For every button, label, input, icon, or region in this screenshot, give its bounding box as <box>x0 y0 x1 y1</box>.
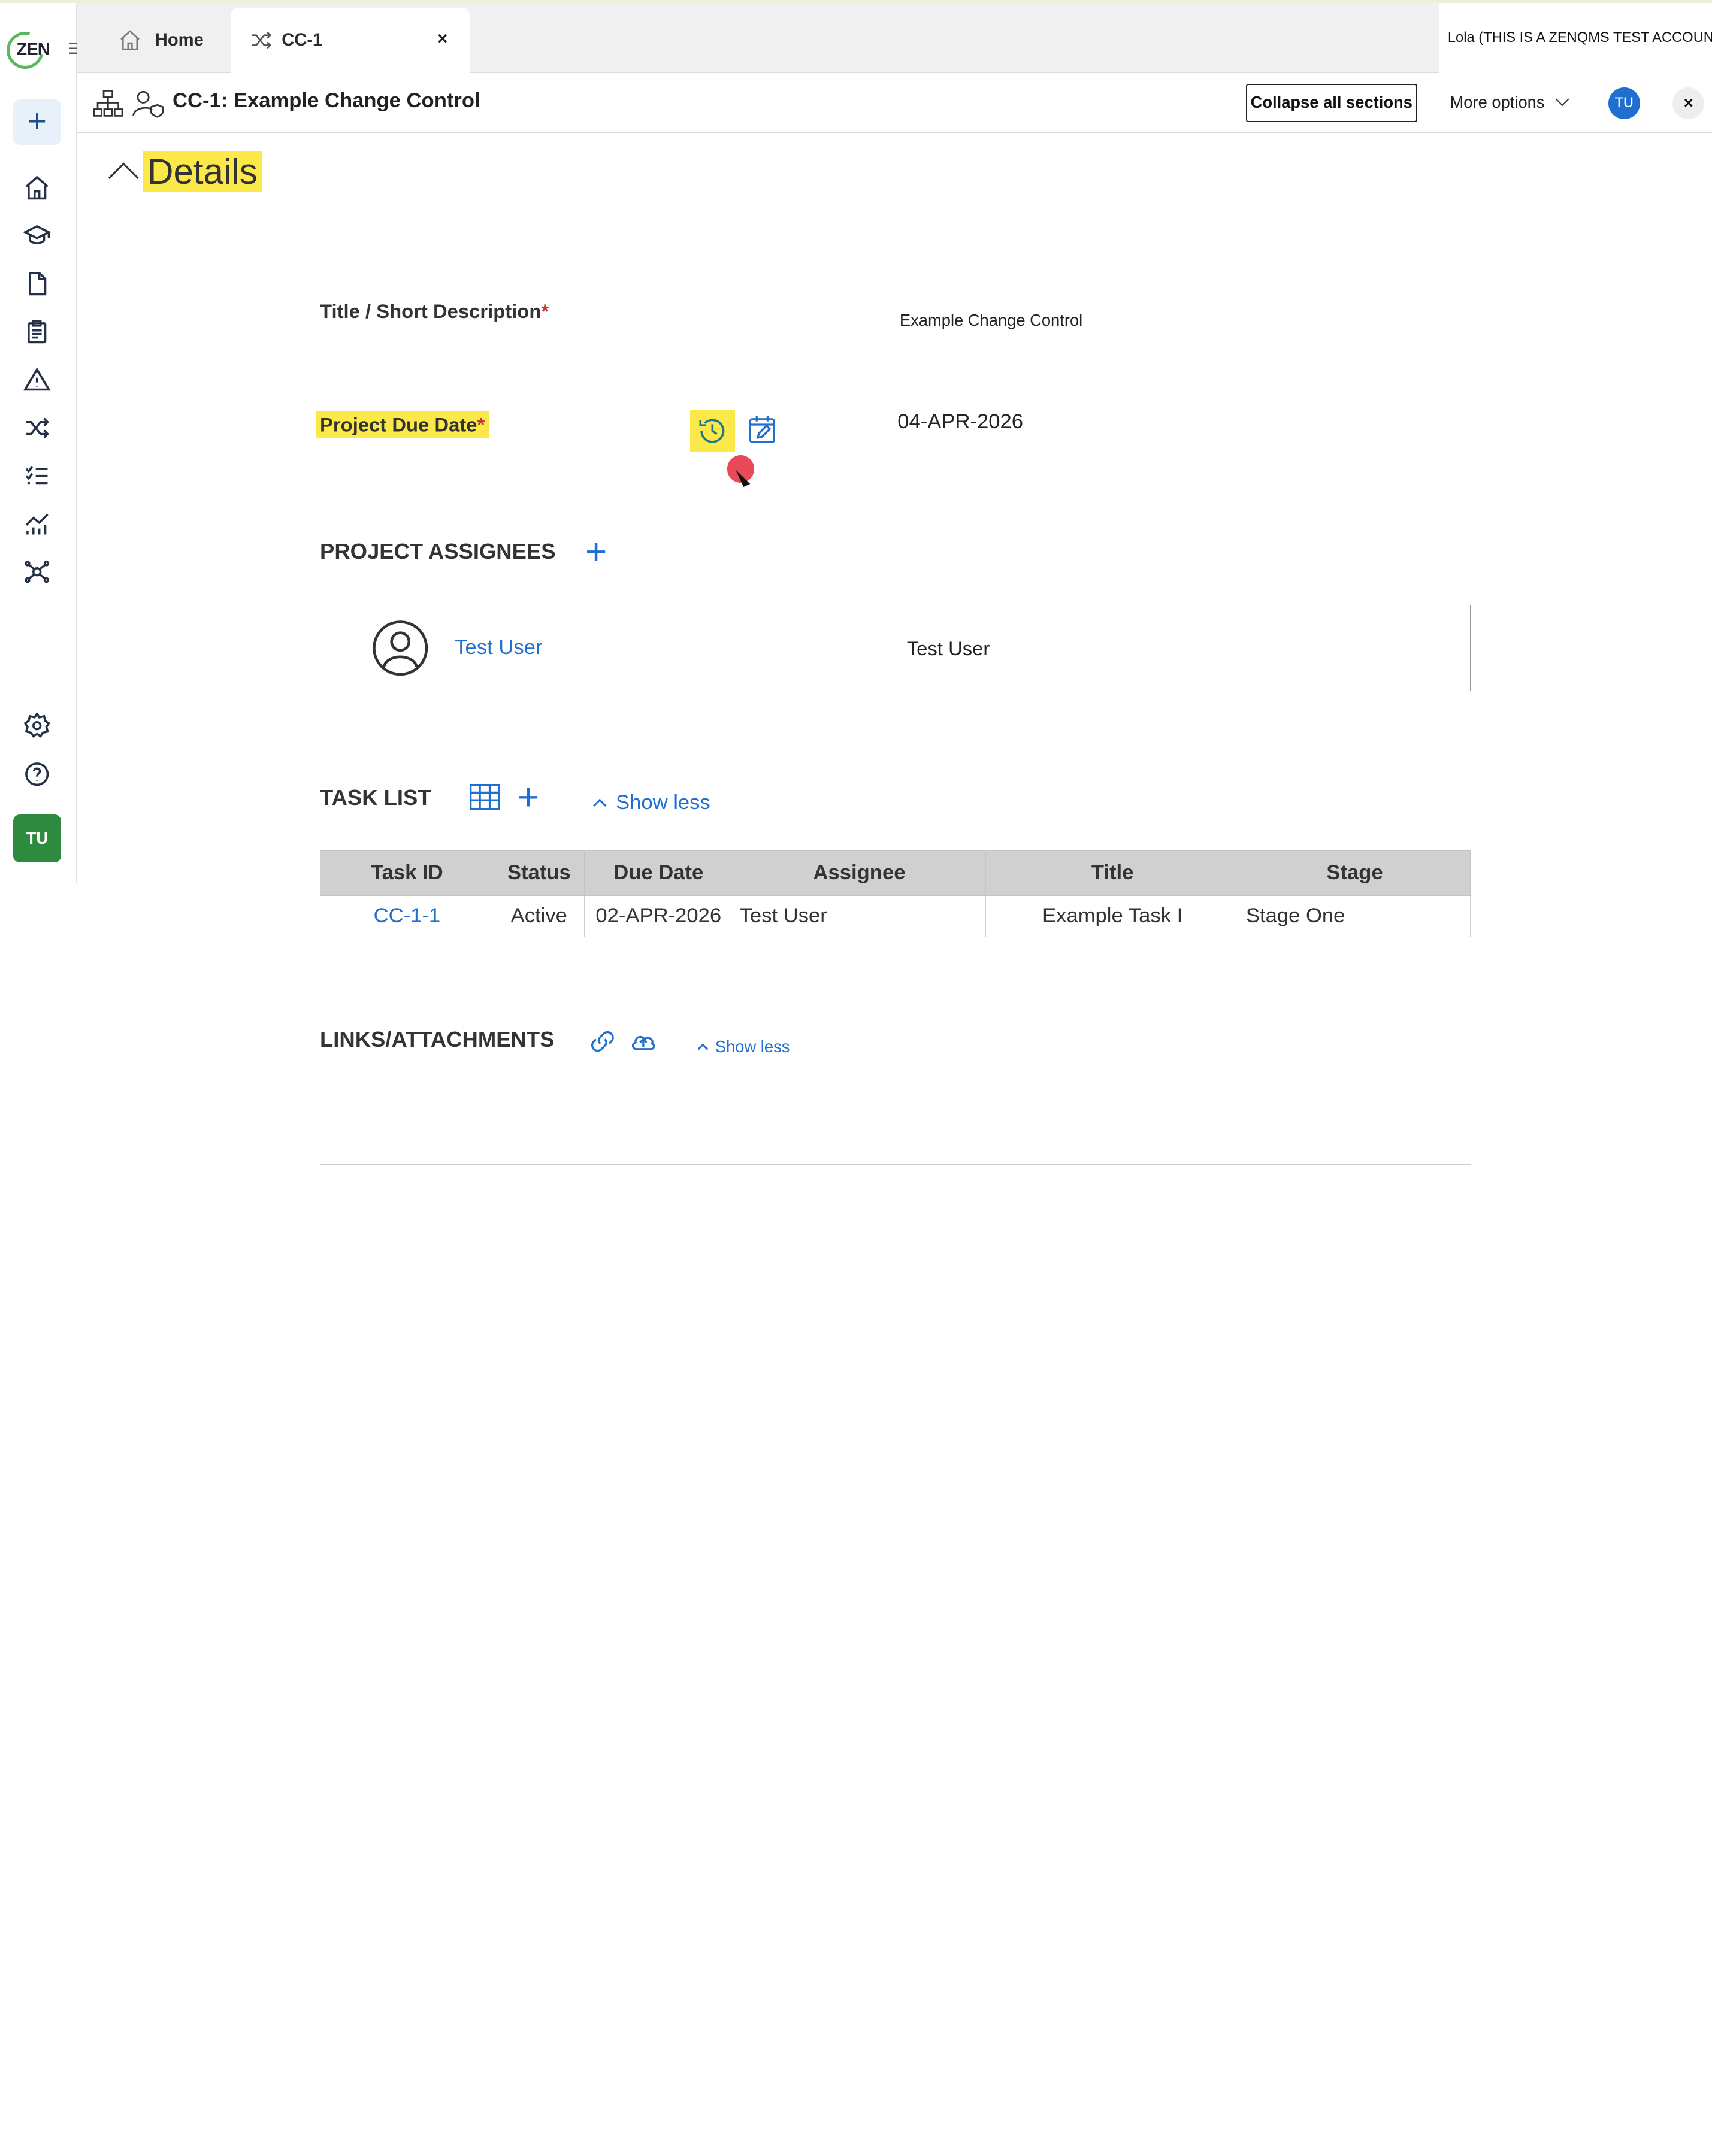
task-id-text[interactable]: CC-1-1 <box>374 904 441 927</box>
user-shield-icon[interactable] <box>131 87 164 125</box>
close-record-button[interactable]: × <box>1672 87 1705 119</box>
col-assignee[interactable]: Assignee <box>732 850 987 896</box>
col-stage[interactable]: Stage <box>1238 850 1471 896</box>
add-assignee-icon[interactable]: + <box>585 534 607 571</box>
home-tab-icon <box>120 30 140 50</box>
resize-handle[interactable] <box>1459 371 1470 381</box>
logo-text: ZEN <box>16 40 50 60</box>
task-assignee: Test User <box>732 895 987 937</box>
title-value: Example Change Control <box>899 311 1083 330</box>
task-status: Active <box>493 895 585 937</box>
header-user-avatar[interactable]: TU <box>1608 87 1640 119</box>
tab-cc-1[interactable]: CC-1 × <box>231 7 470 74</box>
title-label-text: Title / Short Description <box>320 300 542 323</box>
home-icon[interactable] <box>22 172 52 203</box>
training-cap-icon[interactable] <box>22 220 52 251</box>
collapse-all-sections-button[interactable]: Collapse all sections <box>1245 84 1417 123</box>
project-assignees-title: PROJECT ASSIGNEES <box>320 539 556 564</box>
required-marker: * <box>477 413 485 436</box>
col-task-id[interactable]: Task ID <box>320 850 494 896</box>
task-list-title: TASK LIST <box>320 785 431 810</box>
col-status[interactable]: Status <box>493 850 585 896</box>
link-chain-icon[interactable] <box>589 1029 616 1058</box>
record-header: CC-1: Example Change Control Collapse al… <box>76 73 1712 134</box>
chevron-down-icon <box>1555 92 1570 107</box>
task-id-link[interactable]: CC-1-1 <box>320 895 494 937</box>
shuffle-tab-icon <box>252 32 271 49</box>
zen-logo[interactable]: ZEN <box>0 25 51 76</box>
calendar-edit-icon[interactable] <box>746 413 779 450</box>
hierarchy-icon[interactable] <box>92 87 125 125</box>
section-divider <box>320 1163 1471 1165</box>
task-title: Example Task I <box>985 895 1239 937</box>
due-date-label-highlight: Project Due Date* <box>315 411 489 438</box>
title-field-label: Title / Short Description* <box>320 300 549 323</box>
history-icon[interactable] <box>689 409 735 452</box>
task-due-date: 02-APR-2026 <box>583 895 733 937</box>
create-new-button[interactable]: + <box>13 99 62 146</box>
left-sidebar: ZEN ☰ + TU <box>0 3 81 883</box>
task-stage: Stage One <box>1238 895 1471 937</box>
col-due-date[interactable]: Due Date <box>583 850 733 896</box>
chevron-up-icon <box>697 1043 708 1055</box>
chevron-up-icon <box>592 798 607 813</box>
cloud-upload-icon[interactable] <box>630 1029 657 1058</box>
help-icon[interactable] <box>22 759 52 789</box>
links-attachments-title: LINKS/ATTACHMENTS <box>320 1027 555 1052</box>
due-date-label: Project Due Date* <box>315 411 489 438</box>
tab-home-label: Home <box>155 30 204 50</box>
title-textarea[interactable]: Example Change Control <box>895 295 1471 383</box>
col-title[interactable]: Title <box>985 850 1239 896</box>
network-hub-icon[interactable] <box>22 557 52 588</box>
tab-bar: Home CC-1 × Lola (THIS IS A ZENQMS TEST … <box>76 3 1712 74</box>
details-section-header[interactable]: Details <box>104 150 262 193</box>
links-show-less[interactable]: Show less <box>697 1037 790 1056</box>
task-list-show-less[interactable]: Show less <box>592 791 710 814</box>
warning-icon[interactable] <box>22 365 52 395</box>
chevron-up-icon <box>108 162 139 193</box>
required-marker: * <box>541 300 549 323</box>
tab-cc-1-label: CC-1 <box>282 30 323 50</box>
table-grid-icon[interactable] <box>468 783 501 816</box>
user-circle-icon <box>371 619 429 682</box>
show-less-label: Show less <box>615 791 710 814</box>
account-name[interactable]: Lola (THIS IS A ZENQMS TEST ACCOUNT <box>1439 3 1712 74</box>
clipboard-icon[interactable] <box>22 317 52 347</box>
checklist-icon[interactable] <box>22 461 52 491</box>
due-date-value[interactable]: 04-APR-2026 <box>897 410 1023 434</box>
shuffle-icon[interactable] <box>22 413 52 443</box>
assignee-row: Test User Test User <box>320 604 1471 691</box>
details-section-title: Details <box>143 150 262 192</box>
table-row: CC-1-1 Active 02-APR-2026 Test User Exam… <box>320 895 1471 937</box>
document-icon[interactable] <box>22 268 52 299</box>
page-title: CC-1: Example Change Control <box>172 89 480 113</box>
task-table-header: Task ID Status Due Date Assignee Title S… <box>320 850 1471 896</box>
add-task-icon[interactable]: + <box>518 779 539 816</box>
more-options-label: More options <box>1450 92 1545 111</box>
task-table: Task ID Status Due Date Assignee Title S… <box>320 850 1471 937</box>
due-date-label-text: Project Due Date <box>320 413 477 436</box>
user-avatar[interactable]: TU <box>13 814 62 862</box>
settings-gear-icon[interactable] <box>22 711 52 741</box>
tab-close-icon[interactable]: × <box>437 29 447 49</box>
show-less-label: Show less <box>715 1037 790 1056</box>
more-options-dropdown[interactable]: More options <box>1450 92 1570 112</box>
assignee-name: Test User <box>906 637 990 659</box>
analytics-chart-icon[interactable] <box>22 508 52 539</box>
tab-home[interactable]: Home <box>118 8 204 73</box>
assignee-name-link[interactable]: Test User <box>455 636 542 659</box>
